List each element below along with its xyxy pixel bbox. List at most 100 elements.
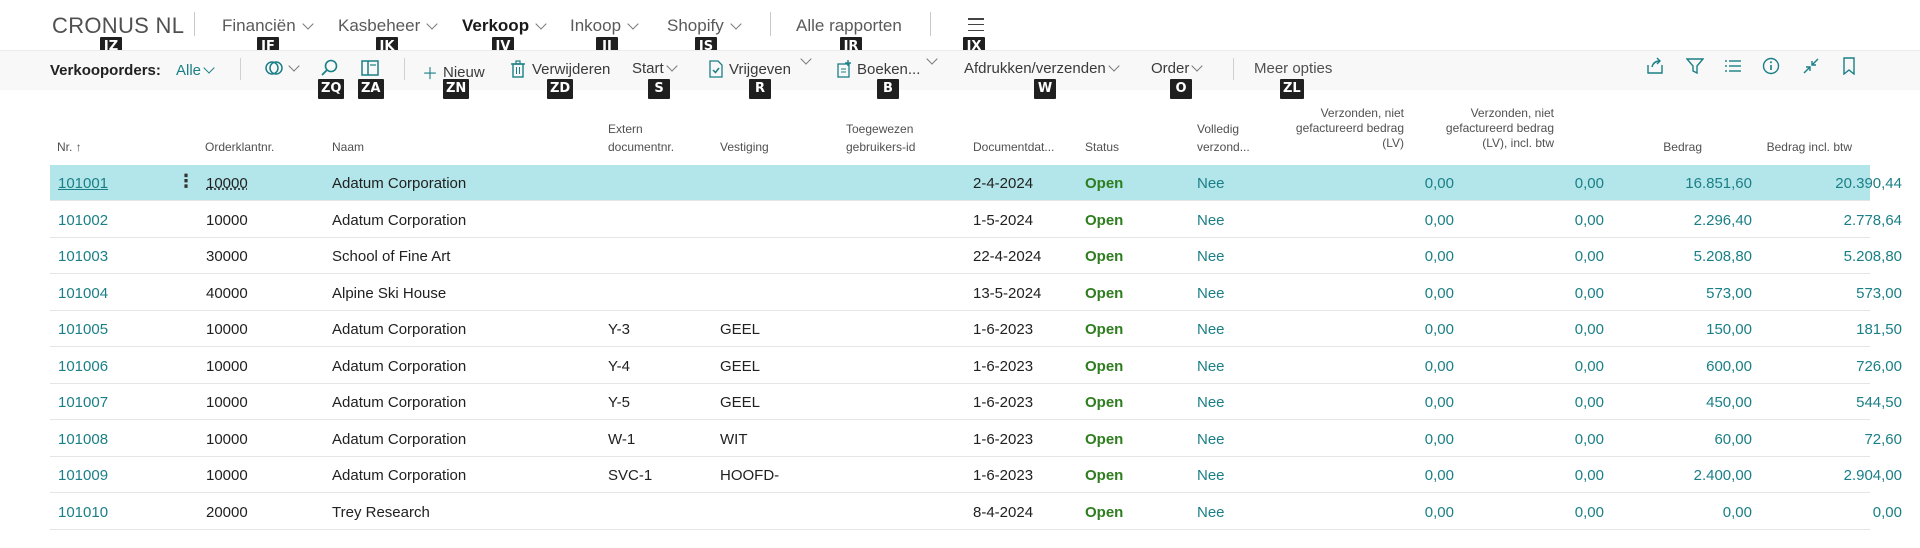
col-naam[interactable]: Naam xyxy=(332,140,364,155)
shipped-not-invoiced-incl-vat: 0,00 xyxy=(1574,284,1604,302)
nav-kasbeheer[interactable]: Kasbeheer xyxy=(338,16,438,36)
order-number-link[interactable]: 101005 xyxy=(58,321,108,338)
bookmark-icon[interactable] xyxy=(1838,57,1860,79)
customer-number[interactable]: 10000 xyxy=(206,175,248,192)
shipped-not-invoiced-incl-vat: 0,00 xyxy=(1574,503,1604,521)
start-label: Start xyxy=(632,60,664,77)
table-row[interactable]: 101003 30000 School of Fine Art 22-4-2024 Op… xyxy=(50,238,1902,274)
verwijderen-button[interactable]: Verwijderen xyxy=(510,60,610,78)
vrijgeven-dropdown[interactable] xyxy=(798,53,812,65)
view-selector[interactable]: Alle xyxy=(176,62,215,79)
table-row[interactable]: 101005 10000 Adatum Corporation Y-3 GEEL 1-6-… xyxy=(50,311,1902,347)
order-number-link[interactable]: 101002 xyxy=(58,212,108,229)
filter-icon[interactable] xyxy=(1684,57,1706,79)
table-row[interactable]: 101009 10000 Adatum Corporation SVC-1 HOOFD-… xyxy=(50,457,1902,493)
col-verzonden-btw-line2: gefactureerd bedrag xyxy=(1445,121,1554,135)
order-number-link[interactable]: 101008 xyxy=(58,431,108,448)
nav-alle-rapporten[interactable]: Alle rapporten xyxy=(796,16,902,36)
order-number-link[interactable]: 101003 xyxy=(58,248,108,265)
customer-name: Adatum Corporation xyxy=(332,467,467,484)
table-row[interactable]: 101010 20000 Trey Research 8-4-2024 Open Nee 0… xyxy=(50,494,1902,530)
hamburger-menu-icon[interactable] xyxy=(968,18,984,31)
table-row[interactable]: 101008 10000 Adatum Corporation W-1 WIT 1-6-2… xyxy=(50,421,1902,457)
order-number-link[interactable]: 101006 xyxy=(58,358,108,375)
amount-incl-vat: 2.904,00 xyxy=(1843,467,1902,484)
order-number-link[interactable]: 101009 xyxy=(58,467,108,484)
meer-opties-label: Meer opties xyxy=(1254,60,1333,77)
shipped-not-invoiced-incl-vat: 0,00 xyxy=(1574,211,1604,229)
filter-pane-button[interactable] xyxy=(360,58,380,78)
amount: 2.296,40 xyxy=(1693,211,1752,229)
keytip-boeken: B xyxy=(877,79,899,99)
col-verzonden-niet-gefactureerd-btw[interactable]: Verzonden, niet gefactureerd bedrag (LV)… xyxy=(1404,106,1554,151)
col-bedrag[interactable]: Bedrag xyxy=(1600,140,1702,155)
external-document-number: Y-3 xyxy=(608,321,630,338)
order-number-link[interactable]: 101001 xyxy=(58,175,108,192)
list-view-icon[interactable] xyxy=(1722,57,1744,79)
collapse-icon[interactable] xyxy=(1800,57,1822,79)
shipped-not-invoiced-incl-vat: 0,00 xyxy=(1574,248,1604,265)
col-toegewezen-gebruiker[interactable]: Toegewezen gebruikers-id xyxy=(846,122,915,155)
table-row[interactable]: 101007 10000 Adatum Corporation Y-5 GEEL 1-6-… xyxy=(50,384,1902,420)
boeken-dropdown[interactable] xyxy=(924,53,938,65)
customer-name: Trey Research xyxy=(332,503,430,521)
trash-icon xyxy=(511,60,525,78)
col-extern-documentnr[interactable]: Extern documentnr. xyxy=(608,122,674,155)
col-verzonden-line1: Verzonden, niet xyxy=(1320,106,1404,120)
amount-incl-vat: 72,60 xyxy=(1864,430,1902,448)
order-number-link[interactable]: 101007 xyxy=(58,394,108,411)
nav-shopify[interactable]: Shopify xyxy=(667,16,742,36)
keytip-search: ZQ xyxy=(318,79,345,99)
shipped-not-invoiced-incl-vat: 0,00 xyxy=(1574,321,1604,338)
customer-number: 10000 xyxy=(206,211,248,229)
amount: 450,00 xyxy=(1706,394,1752,411)
nav-verkoop[interactable]: Verkoop xyxy=(462,16,547,36)
analysis-menu-button[interactable] xyxy=(264,58,300,78)
view-selector-label: Alle xyxy=(176,62,202,79)
order-menu-button[interactable]: Order xyxy=(1151,60,1204,77)
col-bedrag-incl-btw[interactable]: Bedrag incl. btw xyxy=(1732,140,1852,155)
amount-incl-vat: 181,50 xyxy=(1856,321,1902,338)
afdrukken-menu-button[interactable]: Afdrukken/verzenden xyxy=(964,60,1120,77)
action-divider xyxy=(240,58,241,80)
info-icon[interactable] xyxy=(1760,57,1782,79)
share-icon[interactable] xyxy=(1644,57,1666,79)
amount: 16.851,60 xyxy=(1685,175,1752,192)
col-volledig-verzonden[interactable]: Volledig verzond... xyxy=(1197,122,1250,155)
table-row[interactable]: 101006 10000 Adatum Corporation Y-4 GEEL 1-6-… xyxy=(50,348,1902,384)
completely-shipped: Nee xyxy=(1197,211,1225,229)
shipped-not-invoiced: 0,00 xyxy=(1424,467,1454,484)
nav-alle-rapporten-label: Alle rapporten xyxy=(796,16,902,35)
status-value: Open xyxy=(1085,394,1124,411)
col-status[interactable]: Status xyxy=(1085,140,1119,155)
table-row[interactable]: 101002 10000 Adatum Corporation 1-5-2024 Ope… xyxy=(50,202,1902,238)
nav-inkoop[interactable]: Inkoop xyxy=(570,16,639,36)
nav-financien[interactable]: Financiën xyxy=(222,16,314,36)
search-button[interactable] xyxy=(320,58,340,78)
completely-shipped: Nee xyxy=(1197,284,1225,302)
boeken-button[interactable]: Boeken... xyxy=(836,60,920,78)
order-number-link[interactable]: 101010 xyxy=(58,504,108,521)
col-nr[interactable]: Nr. ↑ xyxy=(57,140,82,155)
completely-shipped: Nee xyxy=(1197,394,1225,411)
col-orderklantnr[interactable]: Orderklantnr. xyxy=(205,140,274,155)
start-menu-button[interactable]: Start xyxy=(632,60,678,77)
col-gebruiker-line1: Toegewezen xyxy=(846,122,914,136)
meer-opties-button[interactable]: Meer opties xyxy=(1254,60,1332,77)
document-date: 8-4-2024 xyxy=(973,503,1034,521)
chevron-down-icon xyxy=(302,17,314,30)
company-name[interactable]: CRONUS NL xyxy=(52,13,184,39)
vrijgeven-button[interactable]: Vrijgeven xyxy=(708,60,791,78)
chevron-down-icon xyxy=(1108,60,1120,72)
status-value: Open xyxy=(1085,321,1124,338)
release-document-icon xyxy=(709,60,723,78)
row-actions-icon[interactable]: ⋮ xyxy=(177,172,195,190)
table-row[interactable]: 101004 40000 Alpine Ski House 13-5-2024 Open… xyxy=(50,275,1902,311)
col-documentdatum[interactable]: Documentdat... xyxy=(973,140,1054,155)
order-number-link[interactable]: 101004 xyxy=(58,285,108,302)
keytip-order: O xyxy=(1170,79,1192,99)
nav-inkoop-label: Inkoop xyxy=(570,16,622,35)
table-row[interactable]: 101001 10000 Adatum Corporation 2-4-2024 Ope… xyxy=(50,165,1902,201)
col-vestiging[interactable]: Vestiging xyxy=(720,140,769,155)
col-verzonden-niet-gefactureerd[interactable]: Verzonden, niet gefactureerd bedrag (LV) xyxy=(1254,106,1404,151)
